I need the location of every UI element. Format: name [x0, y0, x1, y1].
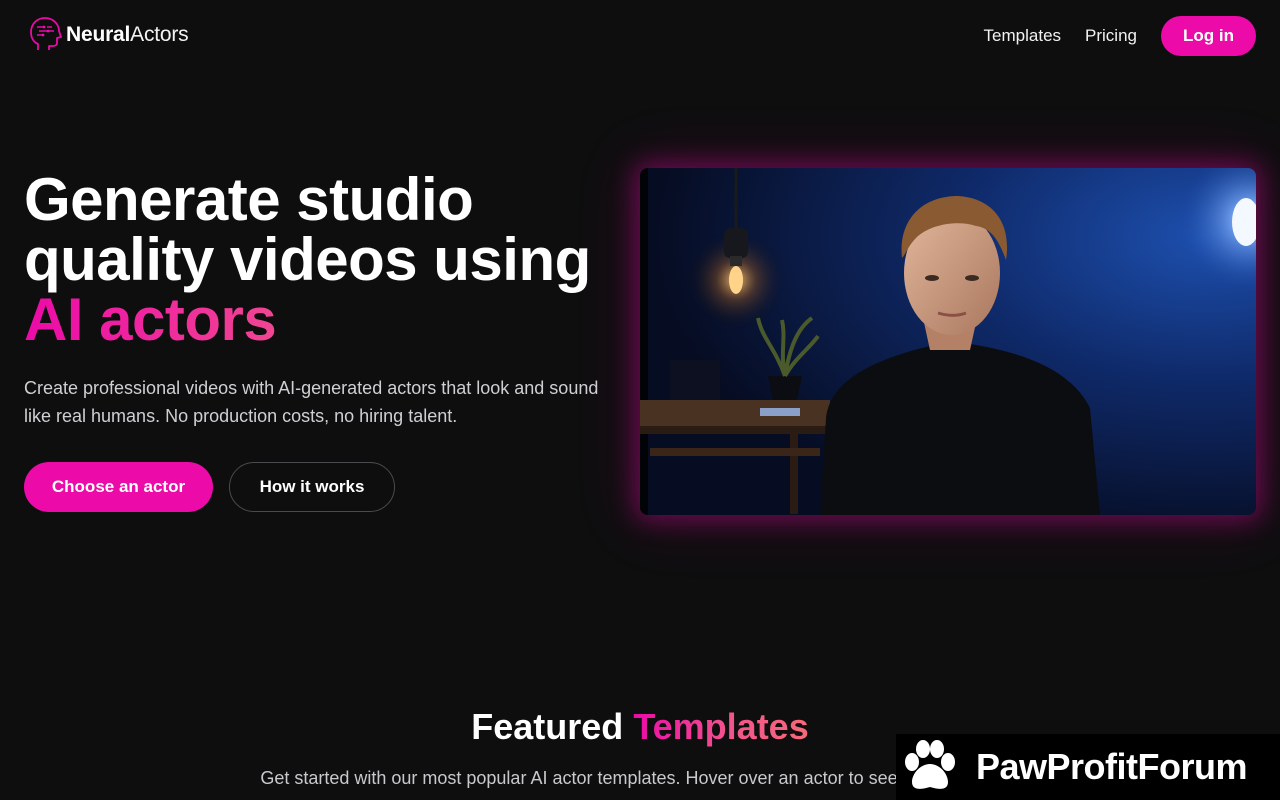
nav-links: Templates Pricing Log in [984, 16, 1256, 56]
nav-link-templates[interactable]: Templates [984, 26, 1061, 46]
login-button[interactable]: Log in [1161, 16, 1256, 56]
nav-link-pricing[interactable]: Pricing [1085, 26, 1137, 46]
brand-name: NeuralActors [66, 23, 189, 47]
watermark-text: PawProfitForum [976, 746, 1248, 787]
brand-name-bold: Neural [66, 23, 131, 46]
hero-title-line-1: Generate studio [24, 166, 474, 233]
watermark-banner: PawProfitForum [896, 734, 1280, 800]
hero-video-preview[interactable] [640, 168, 1256, 515]
how-it-works-button[interactable]: How it works [229, 462, 395, 512]
top-nav: NeuralActors Templates Pricing Log in [0, 0, 1280, 72]
paw-icon [905, 740, 955, 789]
featured-title-plain: Featured [471, 706, 624, 747]
hero-title-line-2: quality videos using [24, 226, 591, 293]
hero-title: Generate studio quality videos using AI … [24, 170, 591, 350]
choose-actor-button[interactable]: Choose an actor [24, 462, 213, 512]
actor-video-frame [640, 168, 1256, 515]
hero-title-accent: AI actors [24, 290, 591, 350]
brand-logo[interactable]: NeuralActors [28, 16, 189, 54]
brand-name-light: Actors [130, 23, 189, 46]
hero-subtitle: Create professional videos with AI-gener… [24, 378, 599, 426]
head-circuit-icon [30, 17, 62, 50]
featured-title-accent: Templates [633, 706, 809, 747]
